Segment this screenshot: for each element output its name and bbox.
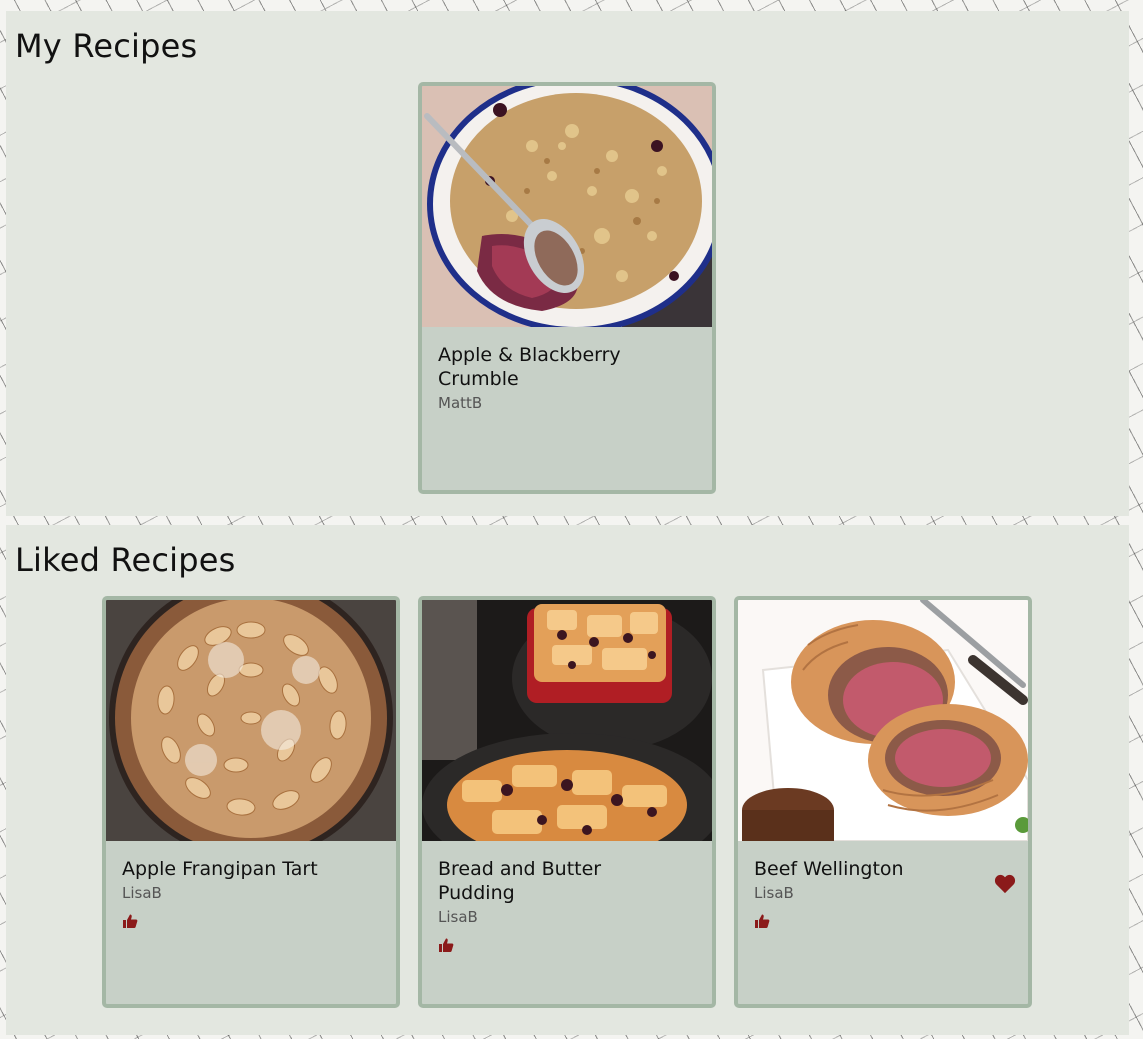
recipe-card-body: Beef Wellington LisaB xyxy=(754,857,1012,933)
recipe-author: MattB xyxy=(438,394,483,412)
crumble-image xyxy=(422,86,712,327)
recipe-photo-wellington[interactable] xyxy=(738,600,1028,841)
thumbs-up-icon[interactable] xyxy=(438,937,454,953)
my-recipes-heading: My Recipes xyxy=(15,27,198,65)
tart-image xyxy=(106,600,396,841)
thumbs-up-icon[interactable] xyxy=(122,913,138,929)
recipe-card-body: Bread and Butter Pudding LisaB xyxy=(438,857,696,957)
recipe-title[interactable]: Apple Frangipan Tart xyxy=(122,857,380,881)
pudding-image xyxy=(422,600,712,841)
recipe-card-beef-wellington[interactable]: Beef Wellington LisaB xyxy=(734,596,1032,1008)
recipe-author: LisaB xyxy=(754,884,794,902)
heart-icon[interactable] xyxy=(994,874,1016,894)
recipe-photo-tart[interactable] xyxy=(106,600,396,841)
recipe-card-body: Apple Frangipan Tart LisaB xyxy=(122,857,380,933)
liked-recipes-heading: Liked Recipes xyxy=(15,541,236,579)
recipe-photo-crumble[interactable] xyxy=(422,86,712,327)
recipe-card-apple-blackberry-crumble[interactable]: Apple & Blackberry Crumble MattB xyxy=(418,82,716,494)
recipe-author: LisaB xyxy=(438,908,478,926)
recipe-card-bread-butter-pudding[interactable]: Bread and Butter Pudding LisaB xyxy=(418,596,716,1008)
recipe-title[interactable]: Beef Wellington xyxy=(754,857,1012,881)
liked-recipes-section: Liked Recipes Apple Frangipan Tart LisaB… xyxy=(6,525,1129,1035)
thumbs-up-icon[interactable] xyxy=(754,913,770,929)
my-recipes-section: My Recipes Apple & Blackberry Crumble Ma… xyxy=(6,11,1129,516)
recipe-card-apple-frangipan-tart[interactable]: Apple Frangipan Tart LisaB xyxy=(102,596,400,1008)
wellington-image xyxy=(738,600,1028,841)
recipe-title[interactable]: Bread and Butter Pudding xyxy=(438,857,696,905)
recipe-photo-pudding[interactable] xyxy=(422,600,712,841)
recipe-card-body: Apple & Blackberry Crumble MattB xyxy=(438,343,696,413)
recipe-author: LisaB xyxy=(122,884,162,902)
recipe-title[interactable]: Apple & Blackberry Crumble xyxy=(438,343,696,391)
